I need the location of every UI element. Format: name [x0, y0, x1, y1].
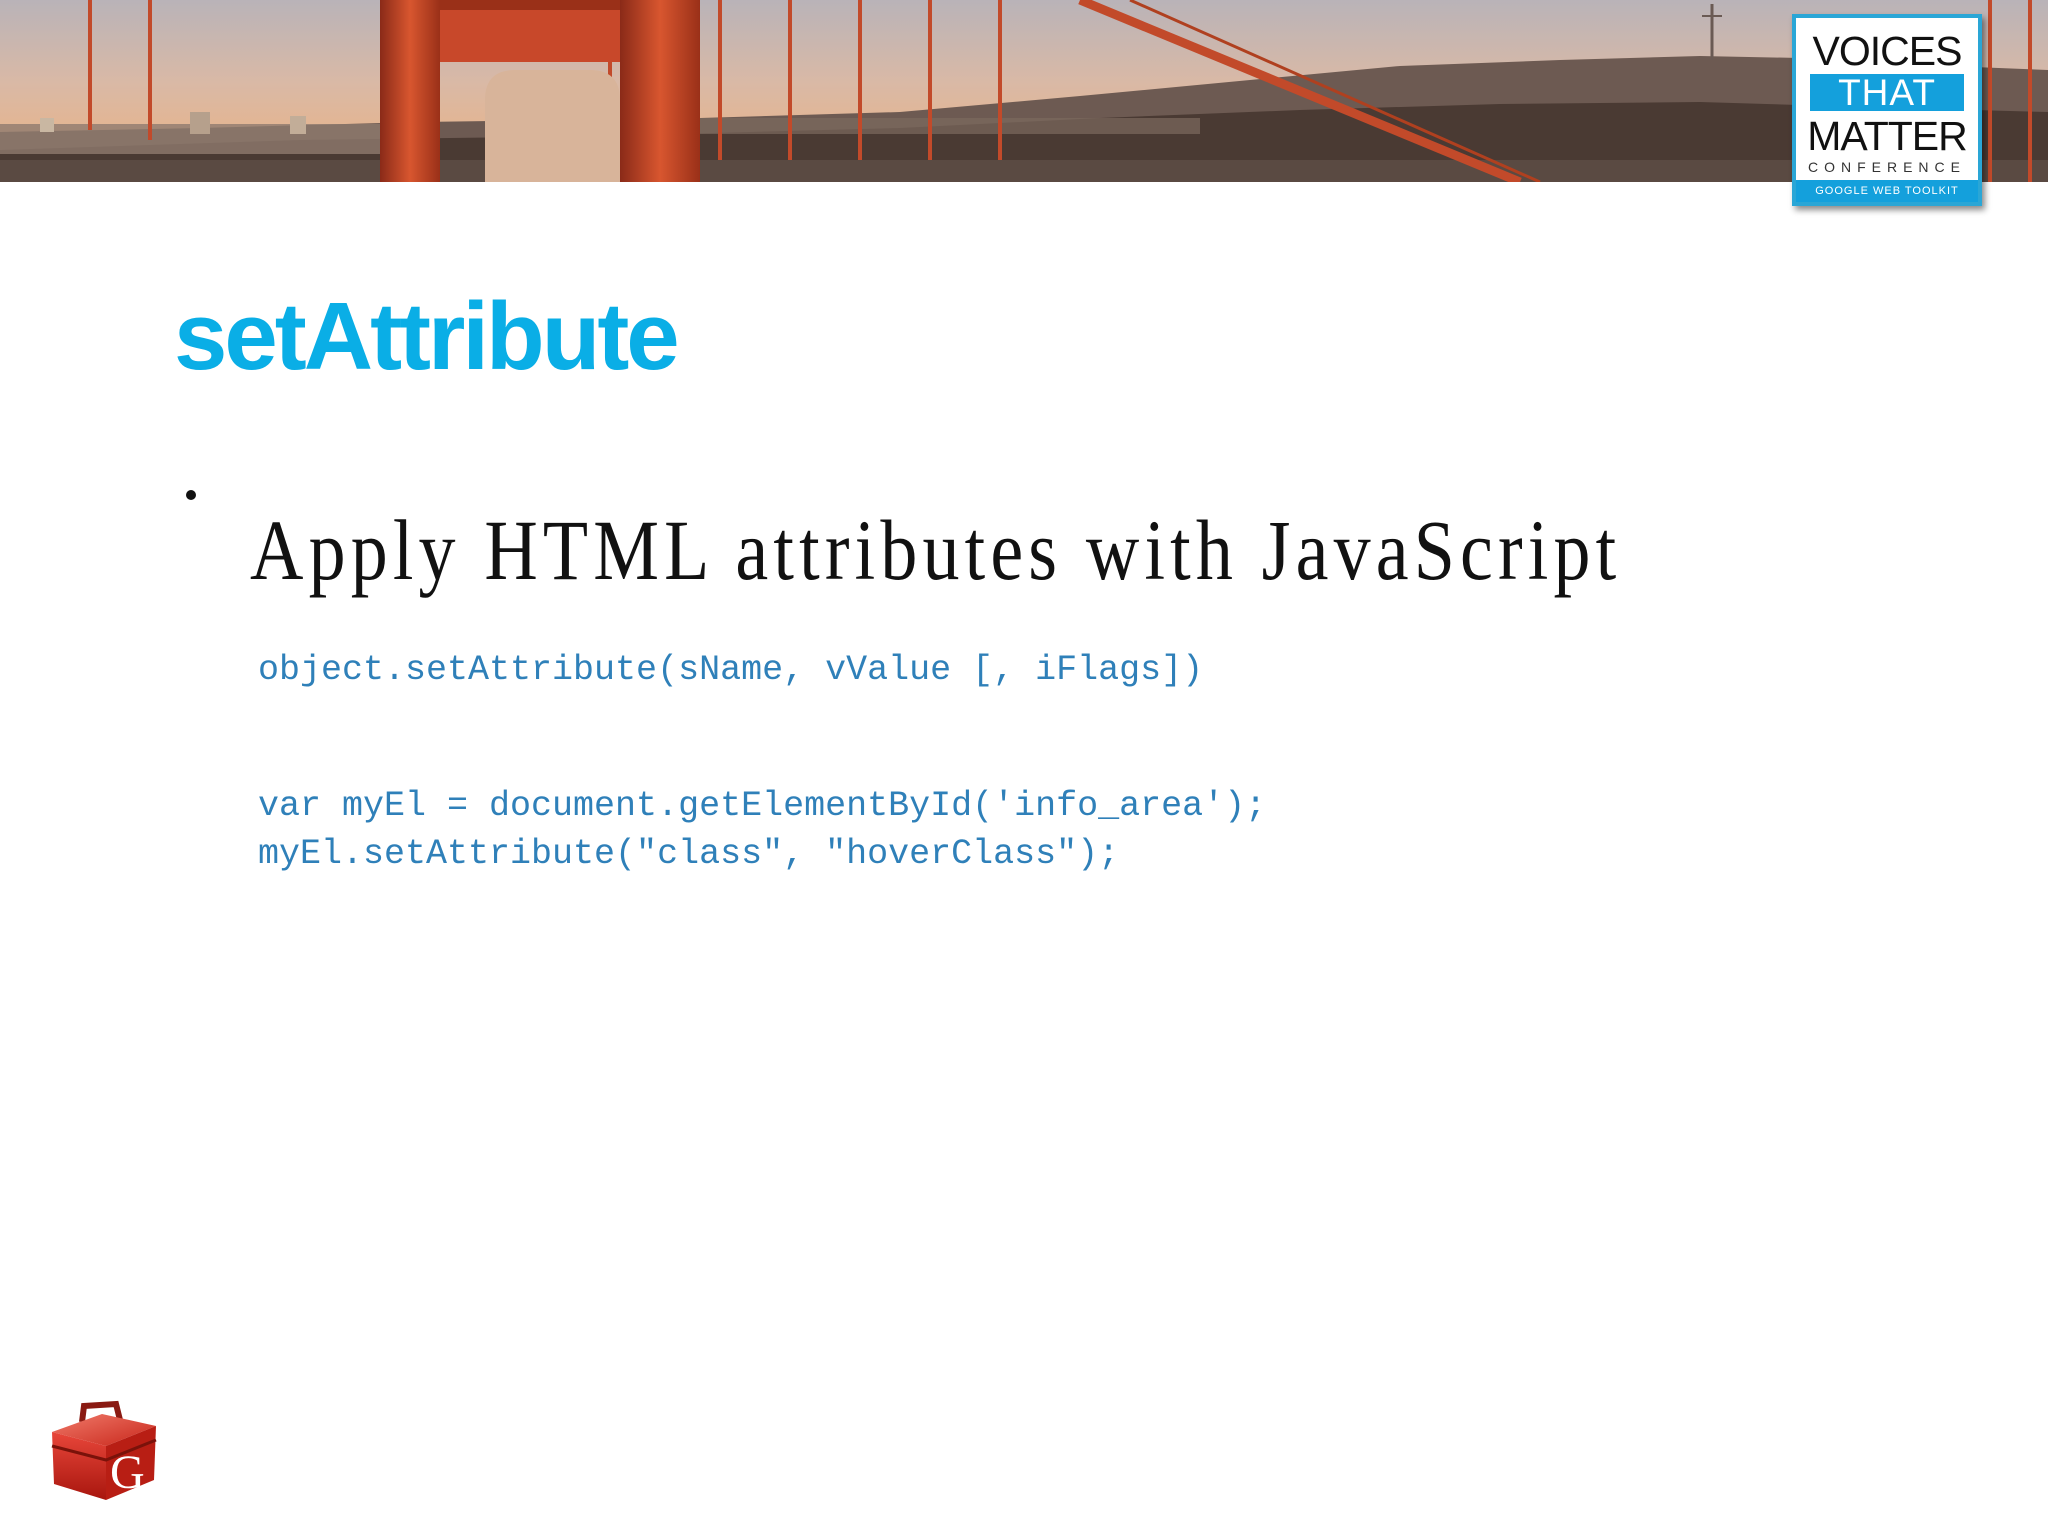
badge-conference: CONFERENCE: [1807, 159, 1966, 175]
badge-gwt: GOOGLE WEB TOOLKIT: [1796, 180, 1978, 202]
gwt-toolbox-icon: G: [44, 1396, 164, 1504]
code-example-line-2: myEl.setAttribute("class", "hoverClass")…: [258, 834, 1120, 874]
badge-that: THAT: [1810, 74, 1964, 111]
bullet-icon: [186, 490, 196, 500]
voices-that-matter-logo: VOICES THAT MATTER CONFERENCE GOOGLE WEB…: [1792, 14, 1982, 206]
code-example-line-1: var myEl = document.getElementById('info…: [258, 786, 1267, 826]
bullet-text: Apply HTML attributes with JavaScript: [250, 502, 1622, 598]
badge-voices: VOICES: [1812, 28, 1963, 74]
code-signature: object.setAttribute(sName, vValue [, iFl…: [258, 650, 1204, 690]
toolbox-letter: G: [110, 1446, 145, 1499]
header-banner-photo: [0, 0, 2048, 182]
bridge-skyline-image: [0, 0, 2048, 182]
badge-matter: MATTER: [1807, 113, 1968, 159]
slide: VOICES THAT MATTER CONFERENCE GOOGLE WEB…: [0, 0, 2048, 1536]
slide-title: setAttribute: [174, 283, 680, 390]
